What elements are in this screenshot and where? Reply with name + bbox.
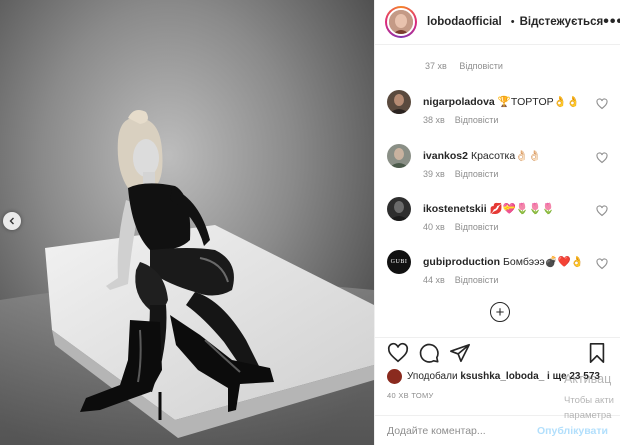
comment-time: 38 хв — [423, 115, 445, 125]
comment-meta: 37 хв Відповісти — [425, 61, 513, 71]
comment-text: ikostenetskii 💋💝🌷🌷🌷 — [423, 202, 555, 215]
windows-activation-line: Чтобы акти — [564, 395, 614, 406]
comment-time: 40 хв — [423, 222, 445, 232]
commenter-username[interactable]: nigarpoladova — [423, 96, 495, 108]
comment-item: ivankos2 Красотка👌🏻👌🏻 39 хв Відповісти — [387, 144, 608, 184]
comment-text: ivankos2 Красотка👌🏻👌🏻 — [423, 149, 541, 162]
commenter-avatar[interactable] — [387, 90, 411, 114]
share-icon[interactable] — [449, 342, 471, 364]
commenter-avatar[interactable] — [387, 144, 411, 168]
heart-icon[interactable] — [387, 342, 409, 364]
comment-body: Бомбэээ💣❤️👌 — [502, 256, 585, 268]
commenter-username[interactable]: ikostenetskii — [423, 203, 487, 215]
comment-time: 44 хв — [423, 275, 445, 285]
comment-item: ikostenetskii 💋💝🌷🌷🌷 40 хв Відповісти — [387, 197, 608, 237]
comment-input[interactable] — [387, 424, 537, 437]
reply-button[interactable]: Відповісти — [455, 275, 499, 285]
windows-activation-title: Активац — [564, 372, 612, 386]
like-comment-heart-icon[interactable] — [596, 152, 608, 164]
bookmark-icon[interactable] — [586, 342, 608, 364]
post-photo[interactable] — [0, 0, 374, 445]
comment-meta: 40 хв Відповісти — [423, 222, 508, 232]
like-comment-heart-icon[interactable] — [596, 98, 608, 110]
reply-button[interactable]: Відповісти — [455, 222, 499, 232]
windows-activation-line: параметра — [564, 410, 612, 421]
likes-prefix: Уподобали — [407, 371, 458, 382]
reply-button[interactable]: Відповісти — [459, 61, 503, 71]
author-avatar[interactable] — [385, 6, 417, 38]
like-comment-heart-icon[interactable] — [596, 258, 608, 270]
comment-body: 🏆TOPTOP👌👌 — [497, 96, 580, 108]
author-avatar-image — [389, 10, 413, 34]
avatar-image — [387, 90, 411, 114]
comment-meta: 38 хв Відповісти — [423, 115, 508, 125]
more-options-icon[interactable]: ••• — [603, 13, 620, 31]
load-more-comments-button[interactable]: + — [490, 302, 510, 322]
windows-activation-text: Чтобы акти параметра — [564, 393, 614, 423]
instagram-post: lobodaofficial • Відстежується ••• 37 хв… — [0, 0, 620, 445]
comment-meta: 39 хв Відповісти — [423, 169, 508, 179]
liker-avatar[interactable] — [387, 369, 402, 384]
avatar-image — [387, 144, 411, 168]
comment-meta: 44 хв Відповісти — [423, 275, 508, 285]
author-username[interactable]: lobodaofficial — [427, 16, 502, 28]
post-actions — [375, 337, 620, 367]
post-header: lobodaofficial • Відстежується ••• — [375, 0, 620, 45]
commenter-username[interactable]: ivankos2 — [423, 150, 468, 162]
comment-item: GUBI gubiproduction Бомбэээ💣❤️👌 44 хв Відп… — [387, 250, 608, 290]
commenter-avatar[interactable] — [387, 197, 411, 221]
liker-username[interactable]: ksushka_loboda_ — [460, 371, 544, 382]
comment-body: Красотка👌🏻👌🏻 — [470, 150, 542, 162]
commenter-avatar[interactable]: GUBI — [387, 250, 411, 274]
reply-button[interactable]: Відповісти — [455, 169, 499, 179]
avatar-image — [387, 197, 411, 221]
comment-time: 39 хв — [423, 169, 445, 179]
header-separator: • — [510, 16, 515, 28]
comment-text: gubiproduction Бомбэээ💣❤️👌 — [423, 255, 584, 268]
comment-item: nigarpoladova 🏆TOPTOP👌👌 38 хв Відповісти — [387, 90, 608, 130]
follow-button[interactable]: Відстежується — [520, 16, 604, 28]
reply-button[interactable]: Відповісти — [455, 115, 499, 125]
carousel-prev-button[interactable] — [3, 212, 21, 230]
like-comment-heart-icon[interactable] — [596, 205, 608, 217]
comment-body: 💋💝🌷🌷🌷 — [489, 203, 555, 215]
chevron-left-icon — [9, 217, 14, 225]
comment-time: 37 хв — [425, 61, 447, 71]
comment-icon[interactable] — [418, 342, 440, 364]
photo-illustration — [0, 0, 374, 445]
publish-button[interactable]: Опублікувати — [537, 425, 608, 437]
commenter-username[interactable]: gubiproduction — [423, 256, 500, 268]
comments-list: 37 хв Відповісти nigarpoladova 🏆TOPTOP👌👌 … — [375, 46, 620, 336]
comment-text: nigarpoladova 🏆TOPTOP👌👌 — [423, 95, 580, 108]
avatar-logo-text: GUBI — [390, 259, 408, 265]
post-timestamp[interactable]: 40 ХВ ТОМУ — [387, 391, 434, 400]
